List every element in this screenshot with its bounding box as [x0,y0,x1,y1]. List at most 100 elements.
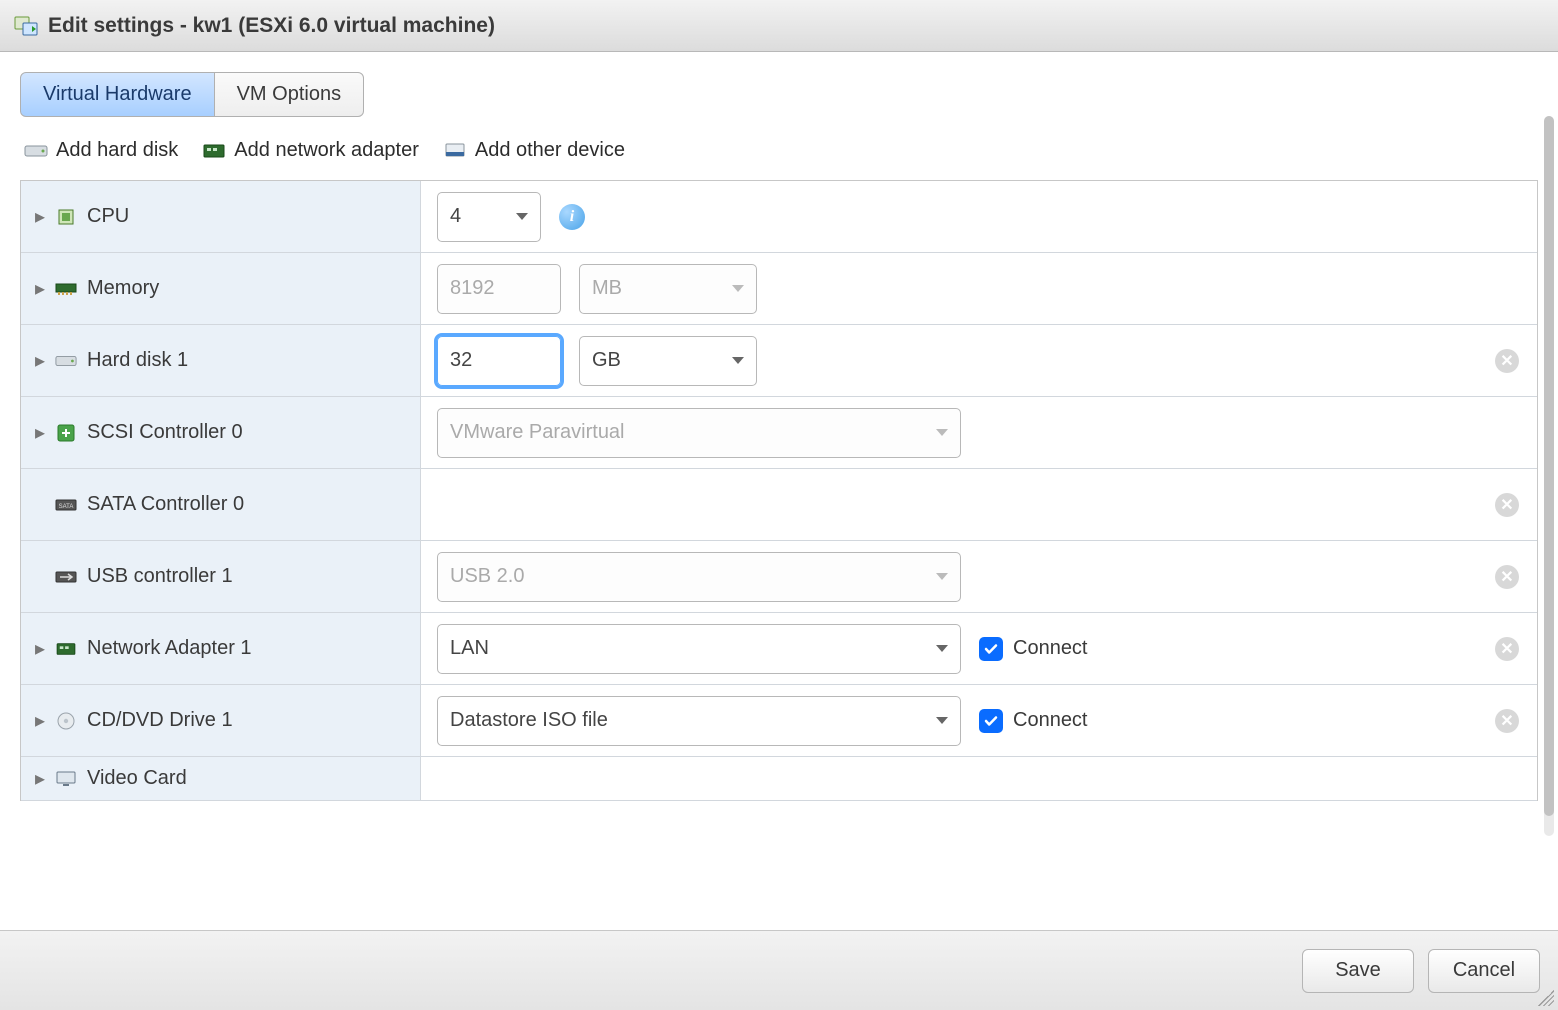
nic-icon [55,640,77,658]
row-hard-disk-1: ▸ Hard disk 1 GB ✕ [21,325,1537,397]
cpu-icon [55,208,77,226]
expand-icon[interactable]: ▸ [35,428,45,438]
tab-vm-options[interactable]: VM Options [214,72,364,117]
scsi-icon [55,424,77,442]
memory-size-value[interactable] [450,277,548,300]
expand-icon[interactable]: ▸ [35,774,45,784]
chevron-down-icon [936,717,948,724]
dialog-body: Virtual Hardware VM Options Add hard dis… [0,52,1558,930]
row-video-card: ▸ Video Card [21,757,1537,801]
dialog-titlebar: Edit settings - kw1 (ESXi 6.0 virtual ma… [0,0,1558,52]
cpu-count-select[interactable]: 4 [437,192,541,242]
row-cddvd-drive-1-label: CD/DVD Drive 1 [87,709,233,732]
row-scsi-controller-0-label: SCSI Controller 0 [87,421,243,444]
nic1-network-select[interactable]: LAN [437,624,961,674]
disk1-size-input[interactable] [437,336,561,386]
row-memory-label-cell[interactable]: ▸ Memory [21,253,421,324]
row-cddvd-drive-1-label-cell[interactable]: ▸ CD/DVD Drive 1 [21,685,421,756]
row-sata-controller-0-label: SATA Controller 0 [87,493,244,516]
cd1-source-select[interactable]: Datastore ISO file [437,696,961,746]
chevron-down-icon [936,645,948,652]
nic1-network-value: LAN [450,637,489,660]
add-other-device-button[interactable]: Add other device [443,139,625,162]
row-network-adapter-1-label-cell[interactable]: ▸ Network Adapter 1 [21,613,421,684]
disk1-unit-value: GB [592,349,621,372]
chevron-down-icon [732,357,744,364]
add-hard-disk-label: Add hard disk [56,139,178,162]
disc-icon [55,712,77,730]
cd1-connect-label: Connect [1013,709,1088,732]
row-memory-label: Memory [87,277,159,300]
cd1-connect-checkbox[interactable]: Connect [979,709,1088,733]
monitor-icon [55,770,77,788]
add-toolbar: Add hard disk Add network adapter Add ot… [20,137,1538,180]
row-cpu-label-cell[interactable]: ▸ CPU [21,181,421,252]
expand-icon[interactable]: ▸ [35,644,45,654]
hard-disk-icon [55,352,77,370]
cpu-count-value: 4 [450,205,461,228]
sata-icon: SATA [55,496,77,514]
remove-sata0-button[interactable]: ✕ [1495,493,1519,517]
svg-text:SATA: SATA [59,504,74,510]
disk1-size-value[interactable] [450,349,548,372]
chevron-down-icon [936,429,948,436]
row-hard-disk-1-label-cell[interactable]: ▸ Hard disk 1 [21,325,421,396]
memory-unit-select[interactable]: MB [579,264,757,314]
usb1-type-value: USB 2.0 [450,565,524,588]
expand-icon[interactable]: ▸ [35,212,45,222]
row-memory: ▸ Memory MB [21,253,1537,325]
remove-cd1-button[interactable]: ✕ [1495,709,1519,733]
scsi0-type-select[interactable]: VMware Paravirtual [437,408,961,458]
expand-icon[interactable]: ▸ [35,716,45,726]
row-usb-controller-1-label: USB controller 1 [87,565,233,588]
chevron-down-icon [732,285,744,292]
hard-disk-icon [24,142,48,160]
cancel-button[interactable]: Cancel [1428,949,1540,993]
remove-usb1-button[interactable]: ✕ [1495,565,1519,589]
row-cddvd-drive-1: ▸ CD/DVD Drive 1 Datastore ISO file Conn… [21,685,1537,757]
nic1-connect-label: Connect [1013,637,1088,660]
usb1-type-select[interactable]: USB 2.0 [437,552,961,602]
chevron-down-icon [936,573,948,580]
memory-size-input[interactable] [437,264,561,314]
info-icon[interactable]: i [559,204,585,230]
vm-edit-icon [14,14,38,38]
memory-unit-value: MB [592,277,622,300]
scrollbar[interactable] [1544,116,1554,836]
row-video-card-label-cell[interactable]: ▸ Video Card [21,757,421,800]
nic1-connect-checkbox[interactable]: Connect [979,637,1088,661]
add-network-adapter-button[interactable]: Add network adapter [202,139,419,162]
nic-icon [202,142,226,160]
tabs: Virtual Hardware VM Options [20,72,1538,117]
disk1-unit-select[interactable]: GB [579,336,757,386]
scrollbar-thumb[interactable] [1544,116,1554,816]
row-usb-controller-1-label-cell[interactable]: USB controller 1 [21,541,421,612]
remove-disk1-button[interactable]: ✕ [1495,349,1519,373]
cd1-source-value: Datastore ISO file [450,709,608,732]
hardware-grid: ▸ CPU 4 i ▸ Memory [20,180,1538,801]
expand-icon[interactable]: ▸ [35,356,45,366]
add-hard-disk-button[interactable]: Add hard disk [24,139,178,162]
add-network-adapter-label: Add network adapter [234,139,419,162]
row-network-adapter-1-label: Network Adapter 1 [87,637,252,660]
row-usb-controller-1: USB controller 1 USB 2.0 ✕ [21,541,1537,613]
row-scsi-controller-0: ▸ SCSI Controller 0 VMware Paravirtual [21,397,1537,469]
chevron-down-icon [516,213,528,220]
save-button[interactable]: Save [1302,949,1414,993]
resize-grip[interactable] [1538,990,1554,1006]
expand-icon[interactable]: ▸ [35,284,45,294]
scsi0-type-value: VMware Paravirtual [450,421,625,444]
dialog-title: Edit settings - kw1 (ESXi 6.0 virtual ma… [48,14,495,38]
tab-virtual-hardware[interactable]: Virtual Hardware [20,72,215,117]
add-other-device-label: Add other device [475,139,625,162]
row-cpu: ▸ CPU 4 i [21,181,1537,253]
checkbox-checked-icon [979,637,1003,661]
row-sata-controller-0: SATA SATA Controller 0 ✕ [21,469,1537,541]
row-hard-disk-1-label: Hard disk 1 [87,349,188,372]
device-icon [443,142,467,160]
usb-icon [55,568,77,586]
checkbox-checked-icon [979,709,1003,733]
row-sata-controller-0-label-cell[interactable]: SATA SATA Controller 0 [21,469,421,540]
row-scsi-controller-0-label-cell[interactable]: ▸ SCSI Controller 0 [21,397,421,468]
remove-nic1-button[interactable]: ✕ [1495,637,1519,661]
